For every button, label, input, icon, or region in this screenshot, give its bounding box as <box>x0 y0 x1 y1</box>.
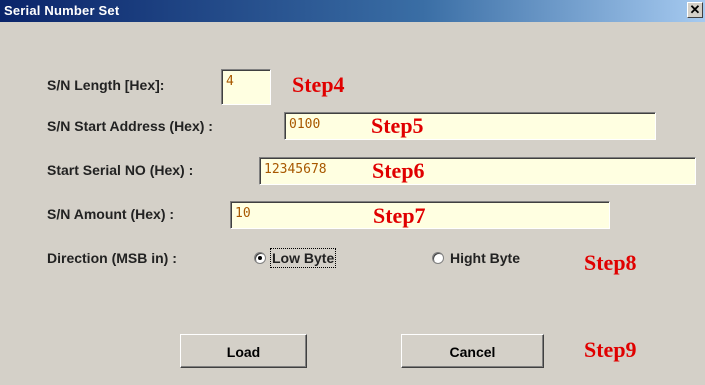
step5-annotation: Step5 <box>371 113 424 138</box>
cancel-button[interactable]: Cancel <box>401 334 544 368</box>
step8-annotation: Step8 <box>584 250 637 275</box>
load-button[interactable]: Load <box>180 334 307 368</box>
radio-checked-icon <box>254 252 266 264</box>
close-icon: ✕ <box>689 2 701 17</box>
radio-unchecked-icon <box>432 252 444 264</box>
sn-length-input[interactable]: 4 <box>221 69 271 105</box>
sn-amount-label: S/N Amount (Hex) : <box>47 206 175 222</box>
hight-byte-label: Hight Byte <box>450 250 520 266</box>
close-button[interactable]: ✕ <box>687 2 703 18</box>
step6-annotation: Step6 <box>372 158 425 183</box>
step7-annotation: Step7 <box>373 203 426 228</box>
low-byte-label: Low Byte <box>269 248 337 268</box>
start-serial-input[interactable]: 12345678 <box>259 157 696 185</box>
title-bar: Serial Number Set ✕ <box>0 0 705 22</box>
step4-annotation: Step4 <box>292 72 345 97</box>
sn-length-label: S/N Length [Hex]: <box>47 77 165 93</box>
hight-byte-radio[interactable]: Hight Byte <box>432 250 520 266</box>
sn-start-address-input[interactable]: 0100 <box>284 112 656 140</box>
sn-start-address-label: S/N Start Address (Hex) : <box>47 118 213 134</box>
direction-label: Direction (MSB in) : <box>47 250 177 266</box>
low-byte-radio[interactable]: Low Byte <box>254 248 337 268</box>
window-title: Serial Number Set <box>4 3 120 18</box>
start-serial-label: Start Serial NO (Hex) : <box>47 162 194 178</box>
step9-annotation: Step9 <box>584 337 637 362</box>
